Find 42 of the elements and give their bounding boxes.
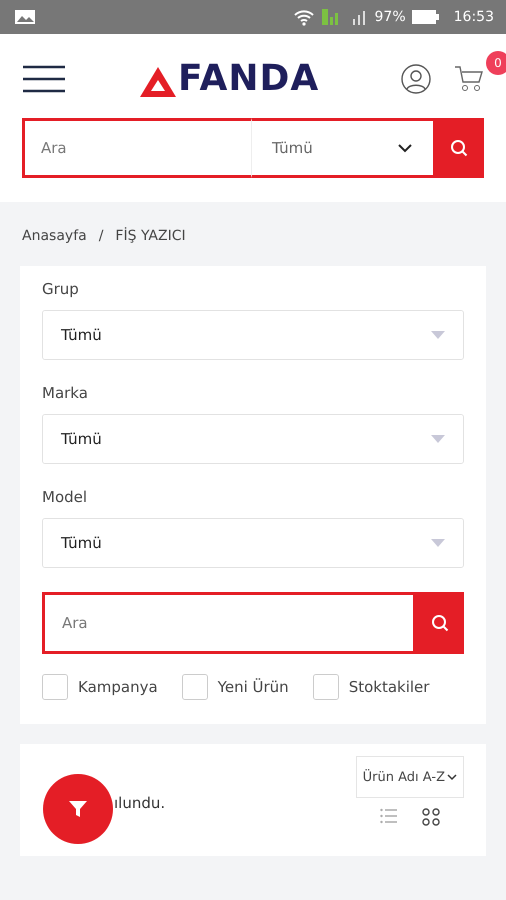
caret-down-icon [431,331,445,339]
search-button[interactable] [433,118,484,178]
filter-label: Grup [42,280,80,298]
filter-dropdown[interactable]: Tümü [42,518,464,568]
cart-count-badge: 0 [486,51,506,75]
search-icon [450,139,468,157]
cart-button[interactable] [454,65,484,93]
category-dropdown[interactable]: Tümü [252,118,433,178]
triangle-icon [140,67,176,97]
battery-icon [412,9,440,25]
search-icon [431,614,449,632]
filter-dropdown[interactable]: Tümü [42,310,464,360]
filter-dropdown[interactable]: Tümü [42,414,464,464]
image-icon [14,9,36,25]
caret-down-icon [431,435,445,443]
wifi-icon [292,8,315,26]
battery-percent: 97% [374,9,406,25]
funnel-icon [67,798,89,820]
breadcrumb-separator: / [98,228,104,244]
chevron-down-icon [447,773,457,781]
filter-search-button[interactable] [416,592,464,654]
filter-label: Model [42,488,88,506]
checkbox-label: Kampanya [78,678,158,696]
account-button[interactable] [400,63,432,95]
filter-label: Marka [42,384,89,402]
caret-down-icon [431,539,445,547]
checkbox[interactable] [312,674,339,700]
breadcrumb-link[interactable]: FİŞ YAZICI [115,228,186,244]
checkbox[interactable] [182,674,208,700]
checkbox-label: Yeni Ürün [218,678,289,696]
sort-dropdown[interactable]: Ürün Adı A-Z [356,756,464,798]
clock-time: 16:53 [454,9,494,25]
logo[interactable]: FANDA [140,61,320,97]
search-field[interactable]: Ara [22,118,252,178]
checkbox[interactable] [42,674,68,700]
grid-view-button[interactable] [422,808,440,826]
results-count-text: ılundu. [114,794,166,812]
chevron-down-icon [397,143,413,153]
filter-search-field[interactable]: Ara [42,592,416,654]
checkbox-label: Stoktakiler [348,678,430,696]
breadcrumb-link[interactable]: Anasayfa [22,228,87,244]
menu-button[interactable] [22,65,66,93]
